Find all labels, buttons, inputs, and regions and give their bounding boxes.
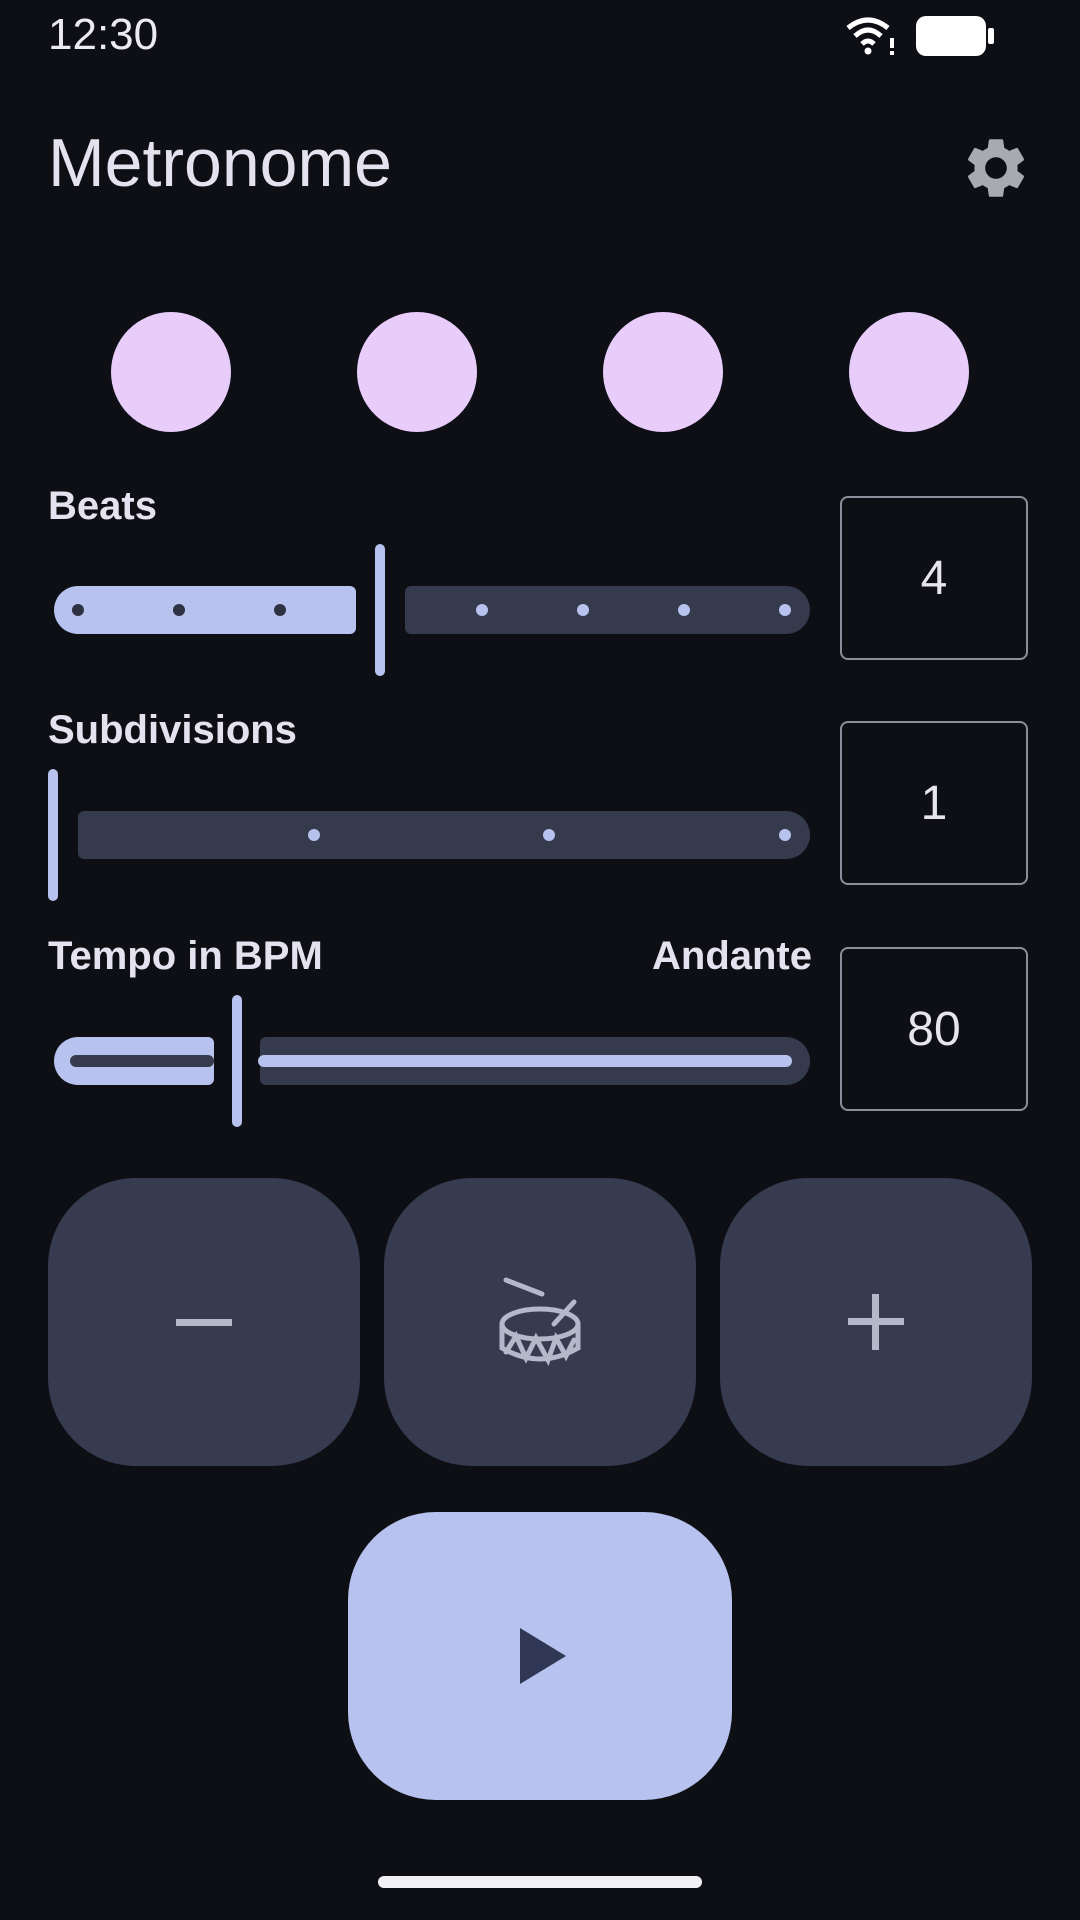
beats-slider-tick: [476, 604, 488, 616]
beat-indicator-4: [849, 312, 969, 432]
subdivisions-label: Subdivisions: [48, 708, 297, 752]
page-title: Metronome: [48, 125, 392, 201]
beats-slider-tick: [274, 604, 286, 616]
subdivisions-slider-inactive-track: [78, 811, 810, 859]
minus-icon: [176, 1319, 232, 1326]
beat-indicator-1: [111, 312, 231, 432]
play-icon: [520, 1628, 566, 1684]
subdivisions-slider[interactable]: [48, 766, 810, 906]
play-button[interactable]: [348, 1512, 732, 1800]
subdivisions-slider-tick: [543, 829, 555, 841]
beats-label: Beats: [48, 484, 157, 528]
tempo-slider-range-indicator: [70, 1055, 214, 1067]
beats-slider-tick: [72, 604, 84, 616]
beats-slider-inactive-track: [405, 586, 810, 634]
subdivisions-slider-tick: [779, 829, 791, 841]
beats-value-field[interactable]: 4: [840, 496, 1028, 660]
gear-icon[interactable]: [960, 132, 1032, 204]
tap-tempo-button[interactable]: [384, 1178, 696, 1466]
subdivisions-slider-thumb[interactable]: [48, 769, 58, 901]
beats-slider-tick: [173, 604, 185, 616]
battery-icon: [916, 16, 994, 56]
decrement-button[interactable]: [48, 1178, 360, 1466]
tempo-slider[interactable]: [48, 992, 810, 1132]
subdivisions-value-field[interactable]: 1: [840, 721, 1028, 885]
beats-slider-thumb[interactable]: [375, 544, 385, 676]
wifi-icon: [846, 17, 894, 55]
tempo-slider-range-indicator: [258, 1055, 792, 1067]
beats-slider[interactable]: [48, 540, 810, 680]
beats-slider-tick: [678, 604, 690, 616]
beats-slider-active-track: [54, 586, 356, 634]
tempo-marking: Andante: [652, 934, 812, 978]
home-indicator[interactable]: [378, 1876, 702, 1888]
beats-slider-tick: [779, 604, 791, 616]
plus-icon: [848, 1294, 904, 1350]
beats-slider-tick: [577, 604, 589, 616]
tempo-label: Tempo in BPM: [48, 934, 323, 978]
beat-indicator-3: [603, 312, 723, 432]
status-time: 12:30: [48, 10, 159, 59]
tempo-value-field[interactable]: 80: [840, 947, 1028, 1111]
drum-icon: [499, 1277, 581, 1367]
beat-indicator-2: [357, 312, 477, 432]
subdivisions-slider-tick: [308, 829, 320, 841]
increment-button[interactable]: [720, 1178, 1032, 1466]
tempo-slider-thumb[interactable]: [232, 995, 242, 1127]
